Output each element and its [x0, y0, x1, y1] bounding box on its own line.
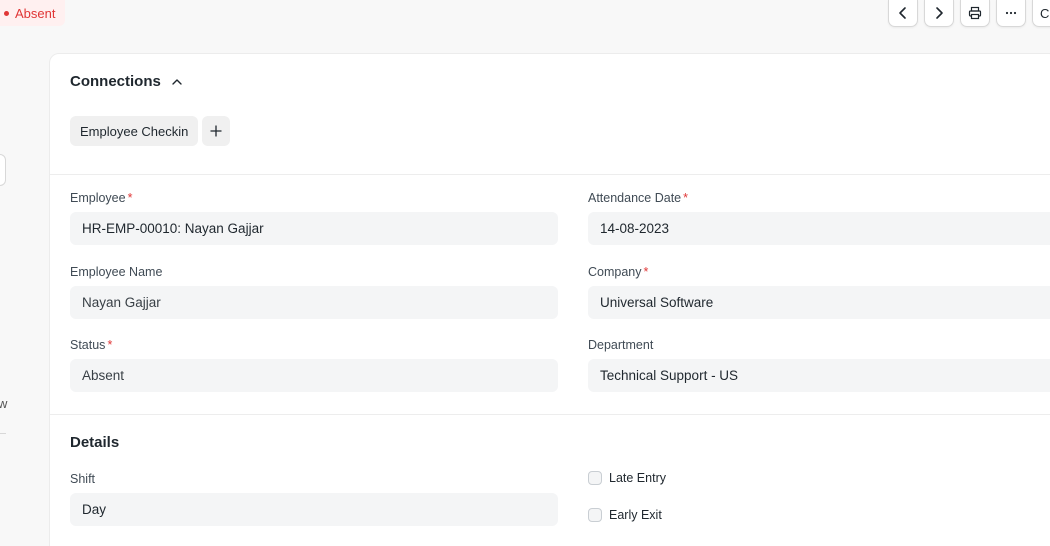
employee-name-field[interactable]: Nayan Gajjar	[70, 286, 558, 319]
add-connection-button[interactable]	[202, 116, 230, 146]
previous-doc-button[interactable]	[888, 0, 918, 27]
late-entry-label[interactable]: Late Entry	[609, 471, 666, 485]
next-doc-button[interactable]	[924, 0, 954, 27]
chevron-left-icon	[899, 7, 906, 19]
employee-label: Employee *	[70, 191, 133, 205]
status-label: Status *	[70, 338, 113, 352]
section-divider	[50, 414, 1050, 415]
sidebar-partial-text[interactable]: w	[0, 396, 7, 411]
shift-field[interactable]: Day	[70, 493, 558, 526]
more-actions-button[interactable]	[996, 0, 1026, 27]
chevron-up-icon[interactable]	[171, 76, 183, 88]
sidebar-partial-box[interactable]	[0, 154, 6, 186]
status-indicator: Absent	[0, 0, 66, 26]
sidebar-divider	[0, 433, 6, 434]
status-field[interactable]: Absent	[70, 359, 558, 392]
partial-toolbar-button[interactable]: C	[1032, 0, 1050, 27]
connections-section-title[interactable]: Connections	[70, 73, 161, 90]
company-field[interactable]: Universal Software	[588, 286, 1050, 319]
ellipsis-icon	[1005, 11, 1017, 15]
status-indicator-label: Absent	[15, 5, 56, 21]
connection-label: Employee Checkin	[80, 123, 189, 139]
printer-icon	[968, 6, 982, 20]
early-exit-label[interactable]: Early Exit	[609, 508, 662, 522]
status-dot-icon	[4, 10, 9, 16]
partial-toolbar-label: C	[1040, 5, 1050, 21]
attendance-date-label: Attendance Date *	[588, 191, 688, 205]
late-entry-checkbox[interactable]	[588, 471, 602, 485]
employee-field[interactable]: HR-EMP-00010: Nayan Gajjar	[70, 212, 558, 245]
page-toolbar: C	[888, 0, 1050, 27]
department-field[interactable]: Technical Support - US	[588, 359, 1050, 392]
attendance-date-field[interactable]: 14-08-2023	[588, 212, 1050, 245]
early-exit-checkbox[interactable]	[588, 508, 602, 522]
shift-label: Shift	[70, 472, 96, 486]
department-label: Department	[588, 338, 654, 352]
connection-employee-checkin[interactable]: Employee Checkin	[70, 116, 199, 146]
form-card: Connections Employee Checkin Employee * H…	[49, 53, 1050, 546]
employee-name-label: Employee Name	[70, 265, 163, 279]
print-button[interactable]	[960, 0, 990, 27]
details-section-title: Details	[70, 434, 120, 451]
chevron-right-icon	[936, 7, 943, 19]
company-label: Company *	[588, 265, 649, 279]
plus-icon	[210, 125, 222, 137]
section-divider	[50, 174, 1050, 175]
